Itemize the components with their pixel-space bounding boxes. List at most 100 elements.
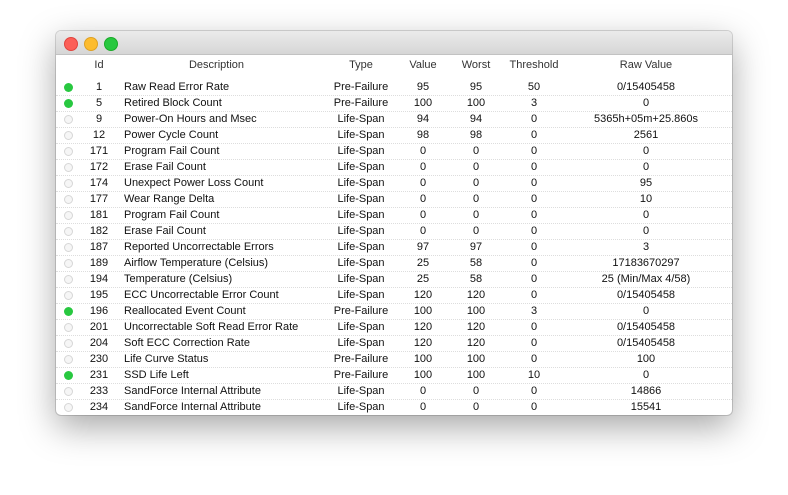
table-row[interactable]: 231 SSD Life Left Pre-Failure 100 100 10 0 <box>56 368 732 384</box>
attribute-worst: 100 <box>466 369 486 381</box>
attribute-type: Pre-Failure <box>333 97 389 109</box>
attribute-value: 94 <box>416 113 430 125</box>
attribute-description: Erase Fail Count <box>124 225 206 237</box>
table-row[interactable]: 233 SandForce Internal Attribute Life-Span… <box>56 384 732 400</box>
attribute-threshold: 0 <box>530 209 538 221</box>
table-row[interactable]: 201 Uncorrectable Soft Read Error Rate Lif… <box>56 320 732 336</box>
attribute-threshold: 0 <box>530 257 538 269</box>
attribute-value: 100 <box>413 369 433 381</box>
attributes-table: 1 Raw Read Error Rate Pre-Failure 95 95 50 0/1… <box>56 80 732 415</box>
title-bar <box>56 31 732 55</box>
attribute-raw-value: 0 <box>642 305 650 317</box>
attribute-value: 97 <box>416 241 430 253</box>
attribute-threshold: 50 <box>527 81 541 93</box>
attribute-value: 120 <box>413 289 433 301</box>
attribute-worst: 0 <box>472 225 480 237</box>
status-inactive-icon <box>64 195 73 204</box>
table-row[interactable]: 12 Power Cycle Count Life-Span 98 98 0 2561 <box>56 128 732 144</box>
table-row[interactable]: 1 Raw Read Error Rate Pre-Failure 95 95 50 0/1… <box>56 80 732 96</box>
column-header-threshold[interactable]: Threshold <box>504 59 564 71</box>
attribute-worst: 58 <box>469 257 483 269</box>
attribute-type: Life-Span <box>337 193 385 205</box>
attribute-threshold: 0 <box>530 145 538 157</box>
attribute-worst: 0 <box>472 193 480 205</box>
status-ok-icon <box>64 371 73 380</box>
attribute-type: Life-Span <box>337 337 385 349</box>
attribute-type: Life-Span <box>337 113 385 125</box>
attribute-type: Life-Span <box>337 289 385 301</box>
attribute-id: 12 <box>92 129 106 141</box>
attribute-worst: 120 <box>466 321 486 333</box>
table-row[interactable]: 182 Erase Fail Count Life-Span 0 0 0 0 <box>56 224 732 240</box>
column-header-worst[interactable]: Worst <box>456 59 496 71</box>
table-row[interactable]: 171 Program Fail Count Life-Span 0 0 0 0 <box>56 144 732 160</box>
attribute-raw-value: 0 <box>642 225 650 237</box>
status-inactive-icon <box>64 147 73 156</box>
attribute-description: Unexpect Power Loss Count <box>124 177 264 189</box>
status-ok-icon <box>64 99 73 108</box>
attribute-id: 174 <box>89 177 109 189</box>
attribute-value: 0 <box>419 145 427 157</box>
attribute-id: 189 <box>89 257 109 269</box>
table-row[interactable]: 177 Wear Range Delta Life-Span 0 0 0 10 <box>56 192 732 208</box>
attribute-description: Wear Range Delta <box>124 193 215 205</box>
attribute-worst: 0 <box>472 145 480 157</box>
table-row[interactable]: 196 Reallocated Event Count Pre-Failure 100… <box>56 304 732 320</box>
status-inactive-icon <box>64 291 73 300</box>
table-row[interactable]: 5 Retired Block Count Pre-Failure 100 100 3 0 <box>56 96 732 112</box>
attribute-worst: 100 <box>466 353 486 365</box>
attribute-worst: 58 <box>469 273 483 285</box>
attribute-raw-value: 0/15405458 <box>616 289 676 301</box>
attribute-description: Raw Read Error Rate <box>124 81 230 93</box>
attribute-worst: 95 <box>469 81 483 93</box>
zoom-button[interactable] <box>104 37 118 51</box>
smart-attributes-window: Id Description Type Value Worst Threshol… <box>56 31 732 415</box>
column-header-raw-value[interactable]: Raw Value <box>576 59 716 71</box>
table-row[interactable]: 195 ECC Uncorrectable Error Count Life-Spa… <box>56 288 732 304</box>
attribute-value: 95 <box>416 81 430 93</box>
attribute-description: Uncorrectable Soft Read Error Rate <box>124 321 299 333</box>
attribute-raw-value: 0 <box>642 145 650 157</box>
attribute-raw-value: 3 <box>642 241 650 253</box>
table-row[interactable]: 234 SandForce Internal Attribute Life-Span… <box>56 400 732 415</box>
attribute-threshold: 0 <box>530 385 538 397</box>
attribute-id: 230 <box>89 353 109 365</box>
table-row[interactable]: 181 Program Fail Count Life-Span 0 0 0 0 <box>56 208 732 224</box>
attribute-raw-value: 0/15405458 <box>616 337 676 349</box>
attribute-raw-value: 10 <box>639 193 653 205</box>
attribute-threshold: 0 <box>530 273 538 285</box>
attribute-type: Life-Span <box>337 241 385 253</box>
status-inactive-icon <box>64 211 73 220</box>
attribute-description: Reallocated Event Count <box>124 305 246 317</box>
table-row[interactable]: 204 Soft ECC Correction Rate Life-Span 120 1… <box>56 336 732 352</box>
attribute-id: 234 <box>89 401 109 413</box>
attribute-threshold: 3 <box>530 97 538 109</box>
attribute-raw-value: 17183670297 <box>612 257 680 269</box>
attribute-description: Program Fail Count <box>124 145 220 157</box>
table-row[interactable]: 174 Unexpect Power Loss Count Life-Span 0 0 0… <box>56 176 732 192</box>
column-header-value[interactable]: Value <box>403 59 443 71</box>
attribute-id: 182 <box>89 225 109 237</box>
attribute-value: 0 <box>419 385 427 397</box>
attribute-type: Life-Span <box>337 225 385 237</box>
attribute-id: 233 <box>89 385 109 397</box>
attribute-raw-value: 2561 <box>633 129 659 141</box>
table-row[interactable]: 194 Temperature (Celsius) Life-Span 25 58 0 25… <box>56 272 732 288</box>
attribute-type: Life-Span <box>337 273 385 285</box>
table-row[interactable]: 172 Erase Fail Count Life-Span 0 0 0 0 <box>56 160 732 176</box>
attribute-raw-value: 0 <box>642 209 650 221</box>
attribute-threshold: 0 <box>530 289 538 301</box>
table-row[interactable]: 230 Life Curve Status Pre-Failure 100 100 0 10… <box>56 352 732 368</box>
attribute-raw-value: 0/15405458 <box>616 81 676 93</box>
column-header-id[interactable]: Id <box>84 59 114 71</box>
table-row[interactable]: 189 Airflow Temperature (Celsius) Life-Spa… <box>56 256 732 272</box>
table-row[interactable]: 187 Reported Uncorrectable Errors Life-Spa… <box>56 240 732 256</box>
table-row[interactable]: 9 Power-On Hours and Msec Life-Span 94 94 0 53… <box>56 112 732 128</box>
attribute-raw-value: 15541 <box>630 401 662 413</box>
close-button[interactable] <box>64 37 78 51</box>
minimize-button[interactable] <box>84 37 98 51</box>
attribute-description: Soft ECC Correction Rate <box>124 337 250 349</box>
attribute-id: 171 <box>89 145 109 157</box>
column-header-type[interactable]: Type <box>311 59 411 71</box>
column-header-description[interactable]: Description <box>124 59 309 71</box>
